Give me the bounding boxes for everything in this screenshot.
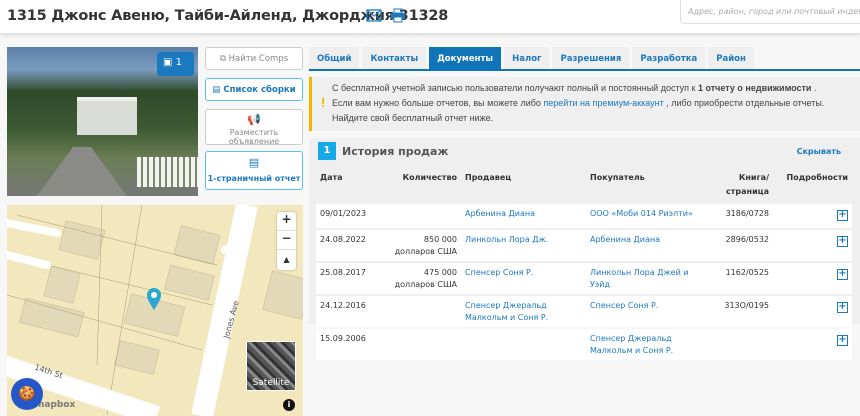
photo-count-badge[interactable]: ▣ 1 bbox=[157, 52, 194, 76]
book-page bbox=[706, 329, 773, 360]
expand-plus-icon[interactable]: + bbox=[837, 335, 848, 346]
sales-table: Дата Количество Продавец Покупатель Книг… bbox=[316, 166, 852, 362]
build-list-label: Список сборки bbox=[223, 85, 296, 95]
col-buyer: Покупатель bbox=[590, 173, 645, 182]
section-title: История продаж bbox=[342, 145, 449, 158]
one-page-report-label: 1-страничный отчет bbox=[207, 174, 301, 183]
location-pin-icon[interactable] bbox=[146, 287, 162, 311]
expand-plus-icon[interactable]: + bbox=[837, 269, 848, 280]
seller-link[interactable]: Спенсер Соня Р. bbox=[465, 268, 533, 277]
sale-date: 25.08.2017 bbox=[316, 263, 386, 294]
table-row: 15.09.2006 Спенсер Джеральд Малкольм и С… bbox=[316, 329, 852, 360]
megaphone-icon: 📢 bbox=[247, 113, 261, 126]
sale-amount bbox=[386, 204, 461, 228]
find-comps-button[interactable]: ⧉ Найти Comps bbox=[205, 47, 303, 70]
tab-contacts[interactable]: Контакты bbox=[362, 47, 427, 69]
build-list-button[interactable]: ▤ Список сборки bbox=[205, 78, 303, 101]
book-page: 2896/0532 bbox=[706, 230, 773, 261]
buyer-link[interactable]: Линкольн Лора Джей и Уэйд bbox=[590, 268, 689, 289]
sale-date: 09/01/2023 bbox=[316, 204, 386, 228]
sale-amount bbox=[386, 329, 461, 360]
notice-text: Если вам нужно больше отчетов, вы можете… bbox=[332, 98, 544, 108]
post-listing-button[interactable]: 📢 Разместить объявление bbox=[205, 109, 303, 146]
list-icon: ▤ bbox=[212, 85, 224, 95]
sale-amount: 475 000 долларов США bbox=[386, 263, 461, 294]
info-icon[interactable]: i bbox=[283, 399, 295, 411]
table-row: 25.08.2017 475 000 долларов США Спенсер … bbox=[316, 263, 852, 294]
tab-tax[interactable]: Налог bbox=[504, 47, 550, 69]
book-page: 3186/0728 bbox=[706, 204, 773, 228]
tab-underline bbox=[309, 69, 860, 71]
table-row: 24.12.2016 Спенсер Джеральд Малкольм и С… bbox=[316, 296, 852, 327]
tab-general[interactable]: Общий bbox=[309, 47, 360, 69]
seller-link[interactable]: Линкольн Лора Дж. bbox=[465, 235, 548, 244]
email-icon[interactable] bbox=[366, 9, 382, 22]
warning-icon: ! bbox=[321, 95, 326, 110]
zoom-controls: + − ▲ bbox=[277, 212, 296, 270]
col-book-page: Книга/ страница bbox=[726, 173, 769, 196]
cookie-icon: 🍪 bbox=[18, 386, 36, 402]
header: 1315 Джонс Авеню, Тайби-Айленд, Джорджия… bbox=[0, 0, 860, 33]
hide-link[interactable]: Скрывать bbox=[797, 147, 841, 156]
sale-amount: 850 000 долларов США bbox=[386, 230, 461, 261]
fence bbox=[137, 157, 198, 187]
seller-link[interactable]: Спенсер Джеральд Малкольм и Соня Р. bbox=[465, 301, 548, 322]
seller-link[interactable]: Арбенина Диана bbox=[465, 209, 535, 218]
tab-bar: Общий Контакты Документы Налог Разрешени… bbox=[309, 47, 754, 70]
driveway bbox=[37, 147, 127, 196]
section-number: 1 bbox=[318, 142, 336, 160]
satellite-label: Satellite bbox=[252, 378, 290, 388]
print-icon[interactable] bbox=[390, 8, 406, 23]
tab-documents[interactable]: Документы bbox=[429, 47, 502, 69]
notice-text: С бесплатной учетной записью пользовател… bbox=[332, 83, 698, 93]
sale-amount bbox=[386, 296, 461, 327]
comps-icon: ⧉ bbox=[219, 54, 229, 64]
buyer-link[interactable]: Арбенина Диана bbox=[590, 235, 660, 244]
satellite-toggle[interactable]: Satellite bbox=[246, 341, 296, 391]
sales-history-section: 1 История продаж Скрывать Дата Количеств… bbox=[309, 138, 860, 360]
find-comps-label: Найти Comps bbox=[228, 54, 289, 64]
cookie-settings-button[interactable]: 🍪 bbox=[11, 378, 43, 410]
table-row: 09/01/2023 Арбенина Диана ООО «Моби 014 … bbox=[316, 204, 852, 228]
free-account-notice: ! С бесплатной учетной записью пользоват… bbox=[309, 77, 860, 131]
map[interactable]: Jones Ave 14th St + − ▲ Satellite i mapb… bbox=[7, 205, 303, 416]
sale-date: 24.08.2022 bbox=[316, 230, 386, 261]
sale-date: 24.12.2016 bbox=[316, 296, 386, 327]
table-row: 24.08.2022 850 000 долларов США Линкольн… bbox=[316, 230, 852, 261]
search-input[interactable]: Адрес, район, город или почтовый индекс bbox=[680, 0, 860, 24]
compass-icon[interactable]: ▲ bbox=[277, 250, 296, 269]
expand-plus-icon[interactable]: + bbox=[837, 210, 848, 221]
expand-plus-icon[interactable]: + bbox=[837, 236, 848, 247]
notice-text: . bbox=[811, 83, 817, 93]
col-date: Дата bbox=[320, 173, 343, 182]
zoom-in-button[interactable]: + bbox=[277, 212, 296, 231]
col-amount: Количество bbox=[402, 173, 457, 182]
buyer-link[interactable]: Спенсер Джеральд Малкольм и Соня Р. bbox=[590, 334, 673, 355]
notice-line-1: С бесплатной учетной записью пользовател… bbox=[332, 81, 860, 96]
premium-link[interactable]: перейти на премиум-аккаунт bbox=[543, 98, 663, 108]
notice-line-3: Найдите свой бесплатный отчет ниже. bbox=[332, 113, 494, 123]
col-seller: Продавец bbox=[465, 173, 512, 182]
notice-line-2: Если вам нужно больше отчетов, вы можете… bbox=[332, 96, 860, 111]
col-details: Подробности bbox=[786, 173, 848, 182]
post-listing-label: Разместить объявление bbox=[228, 128, 280, 146]
tab-neighborhood[interactable]: Район bbox=[708, 47, 754, 69]
notice-text: , либо приобрести отдельные отчеты. bbox=[663, 98, 825, 108]
buyer-link[interactable]: ООО «Моби 014 Риэлти» bbox=[590, 209, 693, 218]
sale-date: 15.09.2006 bbox=[316, 329, 386, 360]
photo-count: 1 bbox=[175, 57, 183, 68]
expand-plus-icon[interactable]: + bbox=[837, 302, 848, 313]
document-icon: ▤ bbox=[248, 156, 260, 169]
house-image bbox=[77, 97, 137, 135]
zoom-out-button[interactable]: − bbox=[277, 231, 296, 250]
buyer-link[interactable]: Спенсер Соня Р. bbox=[590, 301, 658, 310]
one-page-report-button[interactable]: ▤ 1-страничный отчет bbox=[205, 151, 303, 190]
tab-development[interactable]: Разработка bbox=[632, 47, 706, 69]
tab-permits[interactable]: Разрешения bbox=[552, 47, 630, 69]
book-page: 1162/0525 bbox=[706, 263, 773, 294]
book-page: 313O/0195 bbox=[706, 296, 773, 327]
gallery-icon: ▣ bbox=[163, 57, 176, 68]
notice-bold: 1 отчету о недвижимости bbox=[698, 83, 812, 93]
